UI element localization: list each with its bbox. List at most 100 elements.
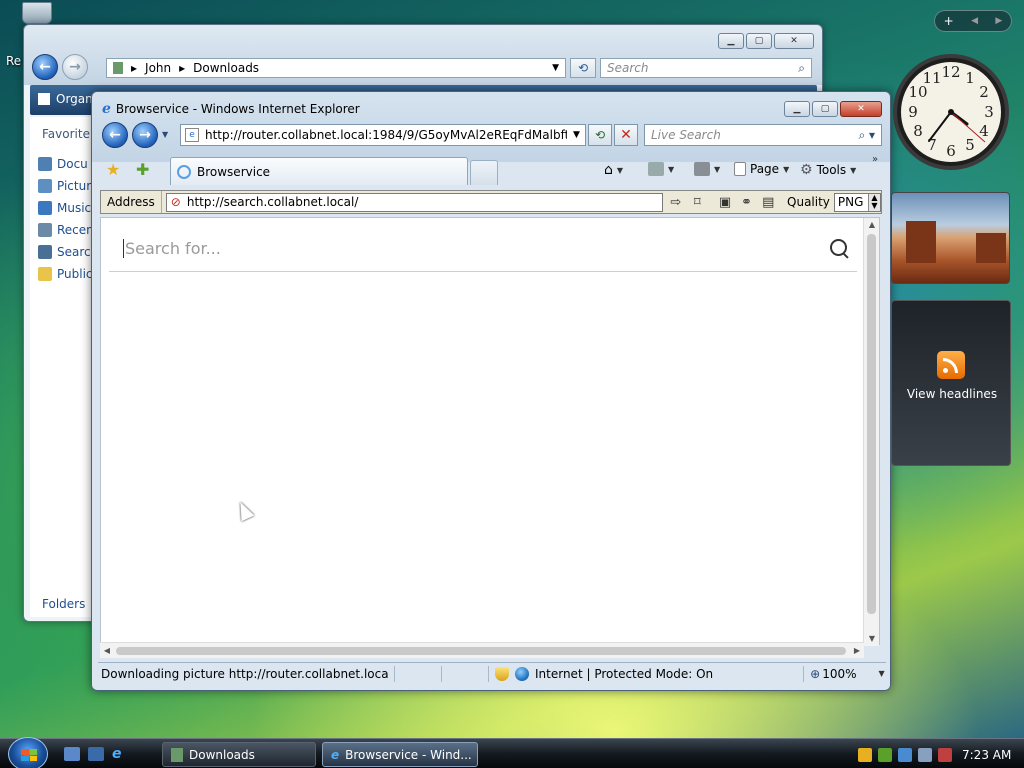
slideshow-gadget[interactable] bbox=[891, 192, 1010, 284]
start-button[interactable] bbox=[8, 737, 48, 768]
horizontal-scrollbar[interactable]: ◀ ▶ bbox=[100, 642, 864, 658]
mesa-shape bbox=[976, 233, 1006, 263]
sidebar-item-label: Recen bbox=[57, 223, 94, 237]
chevron-down-icon: ▼ bbox=[668, 164, 675, 174]
music-icon bbox=[38, 201, 52, 215]
chevron-down-icon[interactable]: ▼ bbox=[552, 63, 559, 73]
sidebar-item-label: Public bbox=[57, 267, 93, 281]
close-button[interactable]: ✕ bbox=[774, 33, 814, 49]
vertical-scrollbar[interactable]: ▲ ▼ bbox=[863, 218, 879, 646]
taskbar-clock[interactable]: 7:23 AM bbox=[962, 748, 1011, 762]
switch-windows-icon[interactable] bbox=[88, 747, 104, 761]
windows-defender-icon[interactable] bbox=[878, 747, 892, 762]
sidebar-item-music[interactable]: Music bbox=[38, 201, 98, 215]
search-icon[interactable]: ⌕ ▾ bbox=[858, 128, 875, 143]
show-desktop-icon[interactable] bbox=[64, 747, 80, 761]
close-button[interactable]: ✕ bbox=[840, 101, 882, 117]
search-icon[interactable]: ⌕ bbox=[798, 61, 805, 76]
zoom-level[interactable]: 100% bbox=[822, 667, 856, 681]
quality-select[interactable]: PNG ▲ ▼ bbox=[833, 192, 881, 212]
ie-quicklaunch-icon[interactable]: e bbox=[112, 747, 128, 761]
sidebar-item-public[interactable]: Public bbox=[38, 267, 98, 281]
network-icon[interactable] bbox=[918, 747, 932, 762]
scroll-thumb[interactable] bbox=[867, 234, 876, 614]
tools-menu[interactable]: ⚙ Tools ▼ bbox=[800, 162, 856, 178]
page-menu[interactable]: Page ▼ bbox=[734, 162, 789, 176]
scroll-left-arrow[interactable]: ◀ bbox=[100, 643, 114, 659]
favorite-links-heading: Favorite L bbox=[42, 127, 94, 141]
explorer-search-input[interactable]: Search ⌕ bbox=[600, 58, 812, 78]
sidebar-item-recent[interactable]: Recen bbox=[38, 223, 98, 237]
update-icon[interactable] bbox=[898, 747, 912, 762]
ie-command-bar: ★ ✚ Browservice ⌂ ▼ ▼ ▼ Page ▼ ⚙ Tools ▼ » bbox=[98, 154, 884, 186]
folders-toggle[interactable]: Folders bbox=[42, 597, 85, 611]
find-icon[interactable]: ▣ bbox=[716, 193, 734, 211]
ie-window: e Browservice - Windows Internet Explore… bbox=[91, 91, 891, 691]
previous-icon[interactable]: ◀ bbox=[971, 16, 978, 26]
live-search-input[interactable]: Live Search ⌕ ▾ bbox=[644, 124, 882, 146]
gear-icon: ⚙ bbox=[800, 162, 813, 178]
feeds-button[interactable]: ▼ bbox=[648, 162, 674, 176]
refresh-button[interactable]: ⟲ bbox=[588, 124, 612, 146]
quality-spinner[interactable]: ▲ ▼ bbox=[867, 193, 880, 211]
minimize-button[interactable]: ▁ bbox=[784, 101, 810, 117]
scroll-down-arrow[interactable]: ▼ bbox=[864, 632, 880, 646]
zoom-icon: ⊕ bbox=[810, 666, 821, 681]
security-shield-icon[interactable] bbox=[858, 747, 872, 762]
ie-address-bar[interactable]: e http://router.collabnet.local:1984/9/G… bbox=[180, 124, 586, 146]
clock-gadget[interactable]: 12 1 2 3 4 5 6 7 8 9 10 11 bbox=[891, 50, 1011, 174]
maximize-button[interactable]: ▢ bbox=[812, 101, 838, 117]
page-search-input[interactable]: Search for... bbox=[123, 239, 221, 258]
chevron-down-icon[interactable]: ▼ bbox=[573, 130, 580, 140]
sidebar-item-searches[interactable]: Search bbox=[38, 245, 98, 259]
page-content: Search for... ▲ ▼ bbox=[100, 217, 880, 646]
back-button[interactable]: ← bbox=[102, 122, 128, 148]
scroll-right-arrow[interactable]: ▶ bbox=[850, 643, 864, 659]
favorites-star-icon[interactable]: ★ bbox=[106, 160, 120, 179]
organize-button[interactable]: Organ bbox=[38, 92, 93, 106]
sidebar-item-pictures[interactable]: Pictur bbox=[38, 179, 98, 193]
next-icon[interactable]: ▶ bbox=[995, 16, 1002, 26]
maximize-button[interactable]: ▢ bbox=[746, 33, 772, 49]
add-gadget-icon[interactable]: + bbox=[944, 14, 954, 28]
page-menu-label: Page bbox=[750, 162, 780, 176]
refresh-button[interactable]: ⟲ bbox=[570, 58, 596, 78]
chevron-down-icon[interactable]: ▼ bbox=[879, 669, 885, 678]
forward-button[interactable]: → bbox=[62, 54, 88, 80]
print-button[interactable]: ▼ bbox=[694, 162, 720, 176]
chevron-down-icon: ▼ bbox=[783, 164, 790, 174]
go-icon[interactable]: ⇨ bbox=[667, 193, 685, 211]
more-commands-icon[interactable]: » bbox=[872, 154, 878, 165]
back-button[interactable]: ← bbox=[32, 54, 58, 80]
tab-browservice[interactable]: Browservice bbox=[170, 157, 468, 185]
taskbar-item-downloads[interactable]: Downloads bbox=[162, 742, 316, 767]
clipboard-icon[interactable]: ▤ bbox=[759, 193, 777, 211]
search-icon[interactable] bbox=[829, 238, 851, 260]
minimize-button[interactable]: ▁ bbox=[718, 33, 744, 49]
protected-mode-icon[interactable] bbox=[495, 666, 509, 681]
feed-headlines-gadget[interactable]: View headlines bbox=[891, 300, 1011, 466]
new-tab-button[interactable] bbox=[470, 160, 498, 185]
page-search-bar[interactable]: Search for... bbox=[109, 226, 857, 272]
explorer-address-bar[interactable]: ▸ John ▸ Downloads ▼ bbox=[106, 58, 566, 78]
scroll-up-arrow[interactable]: ▲ bbox=[864, 218, 880, 232]
status-bar: Downloading picture http://router.collab… bbox=[98, 662, 886, 684]
sidebar-item-documents[interactable]: Docu bbox=[38, 157, 98, 171]
stop-button[interactable]: ✕ bbox=[614, 124, 638, 146]
address-label: Address bbox=[101, 191, 162, 213]
forward-button[interactable]: → bbox=[132, 122, 158, 148]
bookmark-icon[interactable]: ⌑ bbox=[689, 193, 707, 211]
view-headlines-label[interactable]: View headlines bbox=[892, 387, 1012, 401]
breadcrumb-item[interactable]: John bbox=[145, 61, 171, 75]
add-favorite-icon[interactable]: ✚ bbox=[136, 160, 149, 179]
status-text: Downloading picture http://router.collab… bbox=[101, 666, 388, 681]
binoculars-icon[interactable]: ⚭ bbox=[738, 193, 756, 211]
breadcrumb-item[interactable]: Downloads bbox=[193, 61, 259, 75]
scroll-thumb[interactable] bbox=[116, 647, 846, 655]
volume-muted-icon[interactable] bbox=[938, 747, 952, 762]
home-button[interactable]: ⌂ ▼ bbox=[604, 162, 623, 178]
taskbar-item-browservice[interactable]: e Browservice - Wind... bbox=[322, 742, 478, 767]
zone-text[interactable]: Internet | Protected Mode: On bbox=[535, 667, 713, 681]
browservice-address-input[interactable]: ⊘ http://search.collabnet.local/ bbox=[165, 192, 663, 212]
recent-pages-dropdown[interactable]: ▼ bbox=[162, 130, 168, 139]
